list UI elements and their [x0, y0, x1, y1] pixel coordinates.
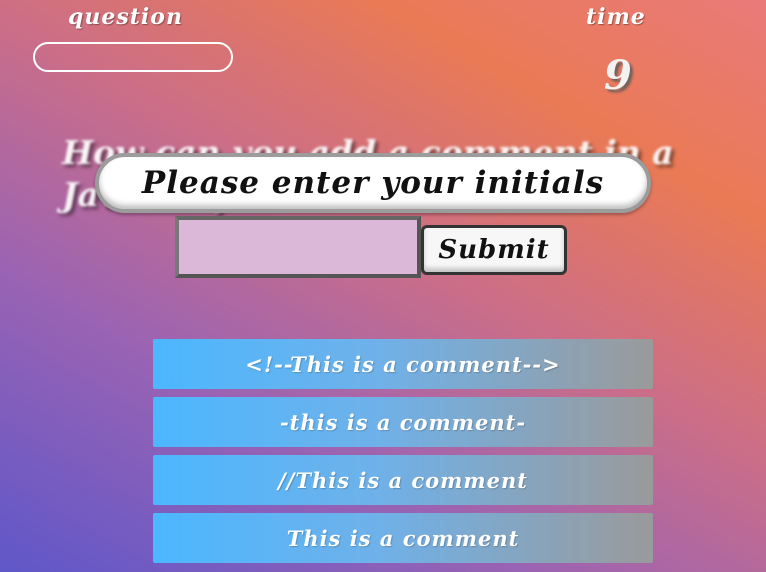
time-label: Time	[586, 4, 646, 30]
initials-input[interactable]	[175, 216, 421, 278]
answer-button-1[interactable]: <!--This is a comment-->	[153, 339, 653, 389]
initials-prompt-title: Please enter your initials	[95, 153, 651, 213]
answer-button-3[interactable]: //This is a comment	[153, 455, 653, 505]
question-label: Question	[68, 4, 183, 30]
answer-list: <!--This is a comment--> -this is a comm…	[153, 339, 653, 571]
timer-value: 9	[604, 52, 632, 99]
submit-button[interactable]: Submit	[421, 225, 567, 275]
question-progress-bar	[33, 42, 233, 72]
answer-button-2[interactable]: -this is a comment-	[153, 397, 653, 447]
answer-button-4[interactable]: This is a comment	[153, 513, 653, 563]
